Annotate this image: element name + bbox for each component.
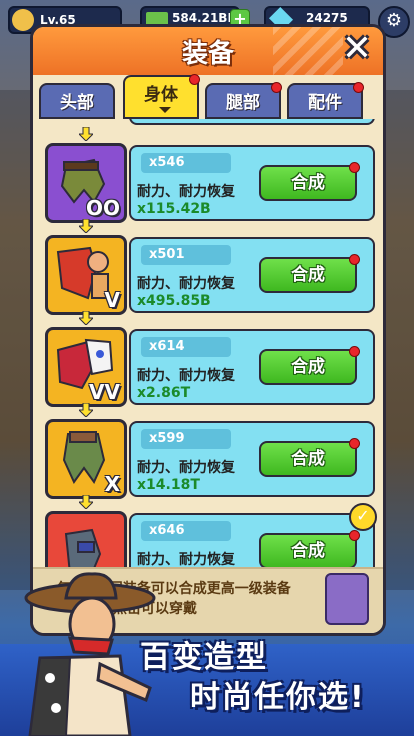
equipment-icon: OO bbox=[45, 143, 127, 223]
rank-label: X bbox=[104, 472, 120, 496]
merge-button-label: 合成 bbox=[291, 449, 325, 469]
merge-button[interactable]: 合成 bbox=[259, 438, 360, 477]
item-count: x599 bbox=[141, 429, 231, 449]
notification-dot bbox=[349, 162, 360, 173]
tab-head[interactable]: 头部 bbox=[39, 83, 115, 119]
slogan-line-2: 时尚任你选! bbox=[190, 680, 366, 715]
arrow-down-icon bbox=[79, 403, 93, 417]
merge-button[interactable]: 合成 bbox=[259, 162, 360, 201]
notification-dot bbox=[271, 82, 282, 93]
notification-dot bbox=[349, 530, 360, 541]
notification-dot bbox=[353, 82, 364, 93]
cowboy-character-icon bbox=[24, 572, 156, 736]
tab-body[interactable]: 身体 bbox=[123, 74, 200, 119]
promo-banner: 百变造型 时尚任你选! bbox=[0, 572, 414, 736]
equipment-icon: V bbox=[45, 235, 127, 315]
item-count: x614 bbox=[141, 337, 231, 357]
merge-button[interactable]: 合成 bbox=[259, 346, 360, 385]
tab-head-label: 头部 bbox=[60, 93, 94, 113]
merge-button[interactable]: 合成 bbox=[259, 254, 360, 293]
gems-value: 24275 bbox=[306, 11, 348, 25]
arrow-down-icon bbox=[79, 127, 93, 141]
item-count: x646 bbox=[141, 521, 231, 541]
item-value: x14.18T bbox=[137, 477, 200, 493]
tab-legs-label: 腿部 bbox=[226, 93, 260, 113]
cash-value: 584.21BB bbox=[172, 11, 237, 25]
item-attribute: 耐力、耐力恢复 bbox=[137, 276, 235, 292]
merge-button[interactable]: 合成 bbox=[259, 530, 360, 569]
tab-legs[interactable]: 腿部 bbox=[205, 82, 282, 119]
panel-title: 装备 bbox=[181, 39, 234, 69]
merge-button-label: 合成 bbox=[291, 541, 325, 561]
tab-accessories[interactable]: 配件 bbox=[287, 82, 364, 119]
equipment-icon: VV bbox=[45, 327, 127, 407]
list-item[interactable]: VV x614 耐力、耐力恢复 x2.86T 合成 bbox=[39, 325, 379, 409]
rank-label: OO bbox=[85, 196, 120, 220]
chevron-down-icon bbox=[159, 107, 171, 113]
merge-button-label: 合成 bbox=[291, 265, 325, 285]
item-card: x614 耐力、耐力恢复 x2.86T 合成 bbox=[129, 329, 375, 405]
item-attribute: 耐力、耐力恢复 bbox=[137, 368, 235, 384]
equipment-icon: X bbox=[45, 419, 127, 499]
equipped-check-icon: ✓ bbox=[349, 503, 377, 531]
notification-dot bbox=[349, 254, 360, 265]
list-item[interactable]: X x599 耐力、耐力恢复 x14.18T 合成 bbox=[39, 417, 379, 501]
merge-button-label: 合成 bbox=[291, 173, 325, 193]
item-card: x501 耐力、耐力恢复 x495.85B 合成 bbox=[129, 237, 375, 313]
arrow-down-icon bbox=[79, 219, 93, 233]
rank-label: V bbox=[104, 288, 120, 312]
equipment-panel: 装备 ✕ 头部 身体 腿部 配件 OO x546 耐力、耐力恢复 x115.42… bbox=[30, 24, 386, 636]
item-attribute: 耐力、耐力恢复 bbox=[137, 184, 235, 200]
tab-accessories-label: 配件 bbox=[308, 93, 342, 113]
notification-dot bbox=[349, 346, 360, 357]
notification-dot bbox=[349, 438, 360, 449]
arrow-down-icon bbox=[79, 311, 93, 325]
tab-body-label: 身体 bbox=[144, 85, 178, 105]
equipment-list[interactable]: OO x546 耐力、耐力恢复 x115.42B 合成 V x501 耐力、耐力… bbox=[39, 119, 379, 599]
item-value: x2.86T bbox=[137, 385, 191, 401]
item-attribute: 耐力、耐力恢复 bbox=[137, 460, 235, 476]
list-item[interactable]: V x501 耐力、耐力恢复 x495.85B 合成 bbox=[39, 233, 379, 317]
arrow-down-icon bbox=[79, 495, 93, 509]
close-icon[interactable]: ✕ bbox=[339, 31, 375, 67]
rank-label: VV bbox=[89, 380, 120, 404]
item-count: x546 bbox=[141, 153, 231, 173]
list-item-partial bbox=[129, 119, 375, 125]
panel-header: 装备 ✕ bbox=[33, 27, 383, 75]
merge-button-label: 合成 bbox=[291, 357, 325, 377]
item-card: x546 耐力、耐力恢复 x115.42B 合成 bbox=[129, 145, 375, 221]
notification-dot bbox=[189, 74, 200, 85]
item-value: x495.85B bbox=[137, 293, 211, 309]
slogan-line-1: 百变造型 bbox=[140, 640, 268, 675]
item-card: x599 耐力、耐力恢复 x14.18T 合成 bbox=[129, 421, 375, 497]
item-count: x501 bbox=[141, 245, 231, 265]
avatar-icon bbox=[12, 9, 34, 31]
equipment-tabs: 头部 身体 腿部 配件 bbox=[37, 74, 383, 119]
list-item[interactable]: OO x546 耐力、耐力恢复 x115.42B 合成 bbox=[39, 141, 379, 225]
item-attribute: 耐力、耐力恢复 bbox=[137, 552, 235, 568]
item-value: x115.42B bbox=[137, 201, 211, 217]
